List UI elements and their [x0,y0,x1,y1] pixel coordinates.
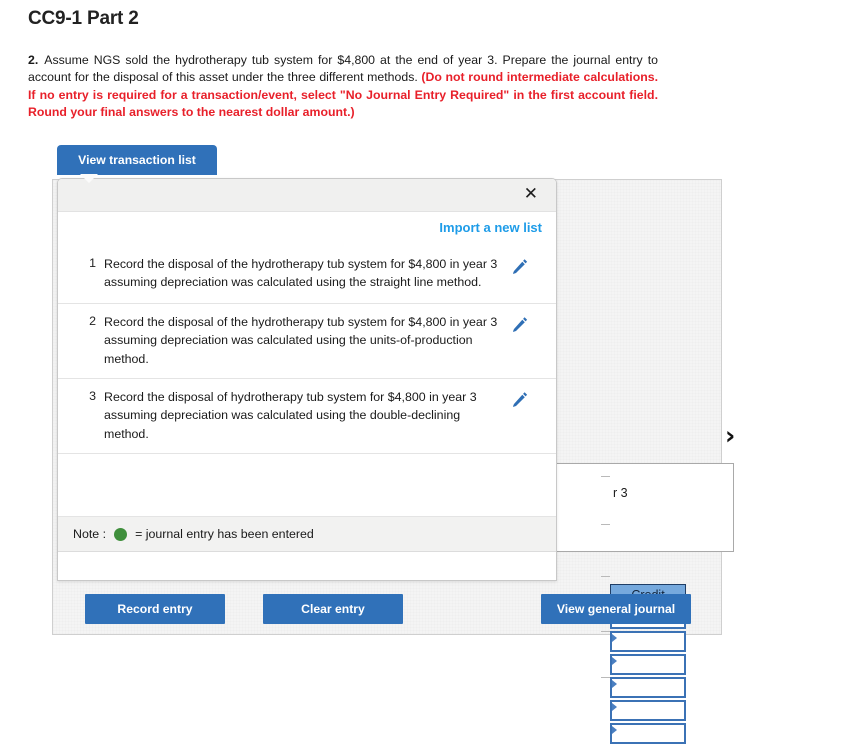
record-entry-button[interactable]: Record entry [85,594,225,624]
close-icon[interactable]: ✕ [524,183,538,205]
credit-input-cell[interactable] [610,654,686,675]
list-item[interactable]: 3 Record the disposal of hydrotherapy tu… [58,379,556,455]
view-transaction-list-tab[interactable]: View transaction list [57,145,217,175]
transaction-description: Record the disposal of the hydrotherapy … [104,257,498,290]
transaction-description: Record the disposal of the hydrotherapy … [104,315,498,366]
question-block: 2. Assume NGS sold the hydrotherapy tub … [28,52,658,122]
import-a-new-list-link[interactable]: Import a new list [439,220,542,235]
credit-input-cell[interactable] [610,723,686,744]
transaction-list: 1 Record the disposal of the hydrotherap… [58,246,556,518]
import-row: Import a new list [58,212,556,246]
pencil-icon [513,317,528,332]
pencil-icon [513,259,528,274]
transaction-number: 3 [89,389,96,404]
tab-pointer-notch [80,174,98,183]
modal-header: ✕ [58,179,556,212]
note-text: = journal entry has been entered [135,527,314,542]
pencil-icon [513,392,528,408]
journal-date-value: r 3 [613,486,628,500]
edit-transaction-button[interactable] [510,388,556,410]
clear-entry-button[interactable]: Clear entry [263,594,403,624]
transaction-list-modal: ✕ Import a new list 1 Record the disposa… [57,178,557,581]
panel-footer: Record entry Clear entry View general jo… [53,582,723,636]
legend-note: Note : = journal entry has been entered [58,517,556,553]
list-item[interactable]: 2 Record the disposal of the hydrotherap… [58,304,556,380]
credit-input-cell[interactable] [610,700,686,721]
transaction-number: 1 [89,256,96,270]
list-item[interactable]: 1 Record the disposal of the hydrotherap… [58,246,556,304]
list-empty-area [58,454,556,518]
entered-status-dot [114,527,128,541]
transaction-description: Record the disposal of hydrotherapy tub … [104,390,477,441]
edit-transaction-button[interactable] [510,313,556,335]
view-general-journal-button[interactable]: View general journal [541,594,691,624]
table-stub-line [601,576,610,577]
table-stub-line [601,476,610,477]
edit-transaction-button[interactable] [510,255,556,277]
table-stub-line [601,524,610,525]
page-title: CC9-1 Part 2 [28,8,139,29]
question-number: 2. [28,53,39,67]
chevron-right-icon[interactable]: › [725,423,735,448]
credit-input-cell[interactable] [610,677,686,698]
table-stub-line [601,677,610,678]
note-label: Note : [73,527,107,542]
journal-date-field[interactable]: r 3 [547,463,734,552]
transaction-number: 2 [89,314,96,328]
